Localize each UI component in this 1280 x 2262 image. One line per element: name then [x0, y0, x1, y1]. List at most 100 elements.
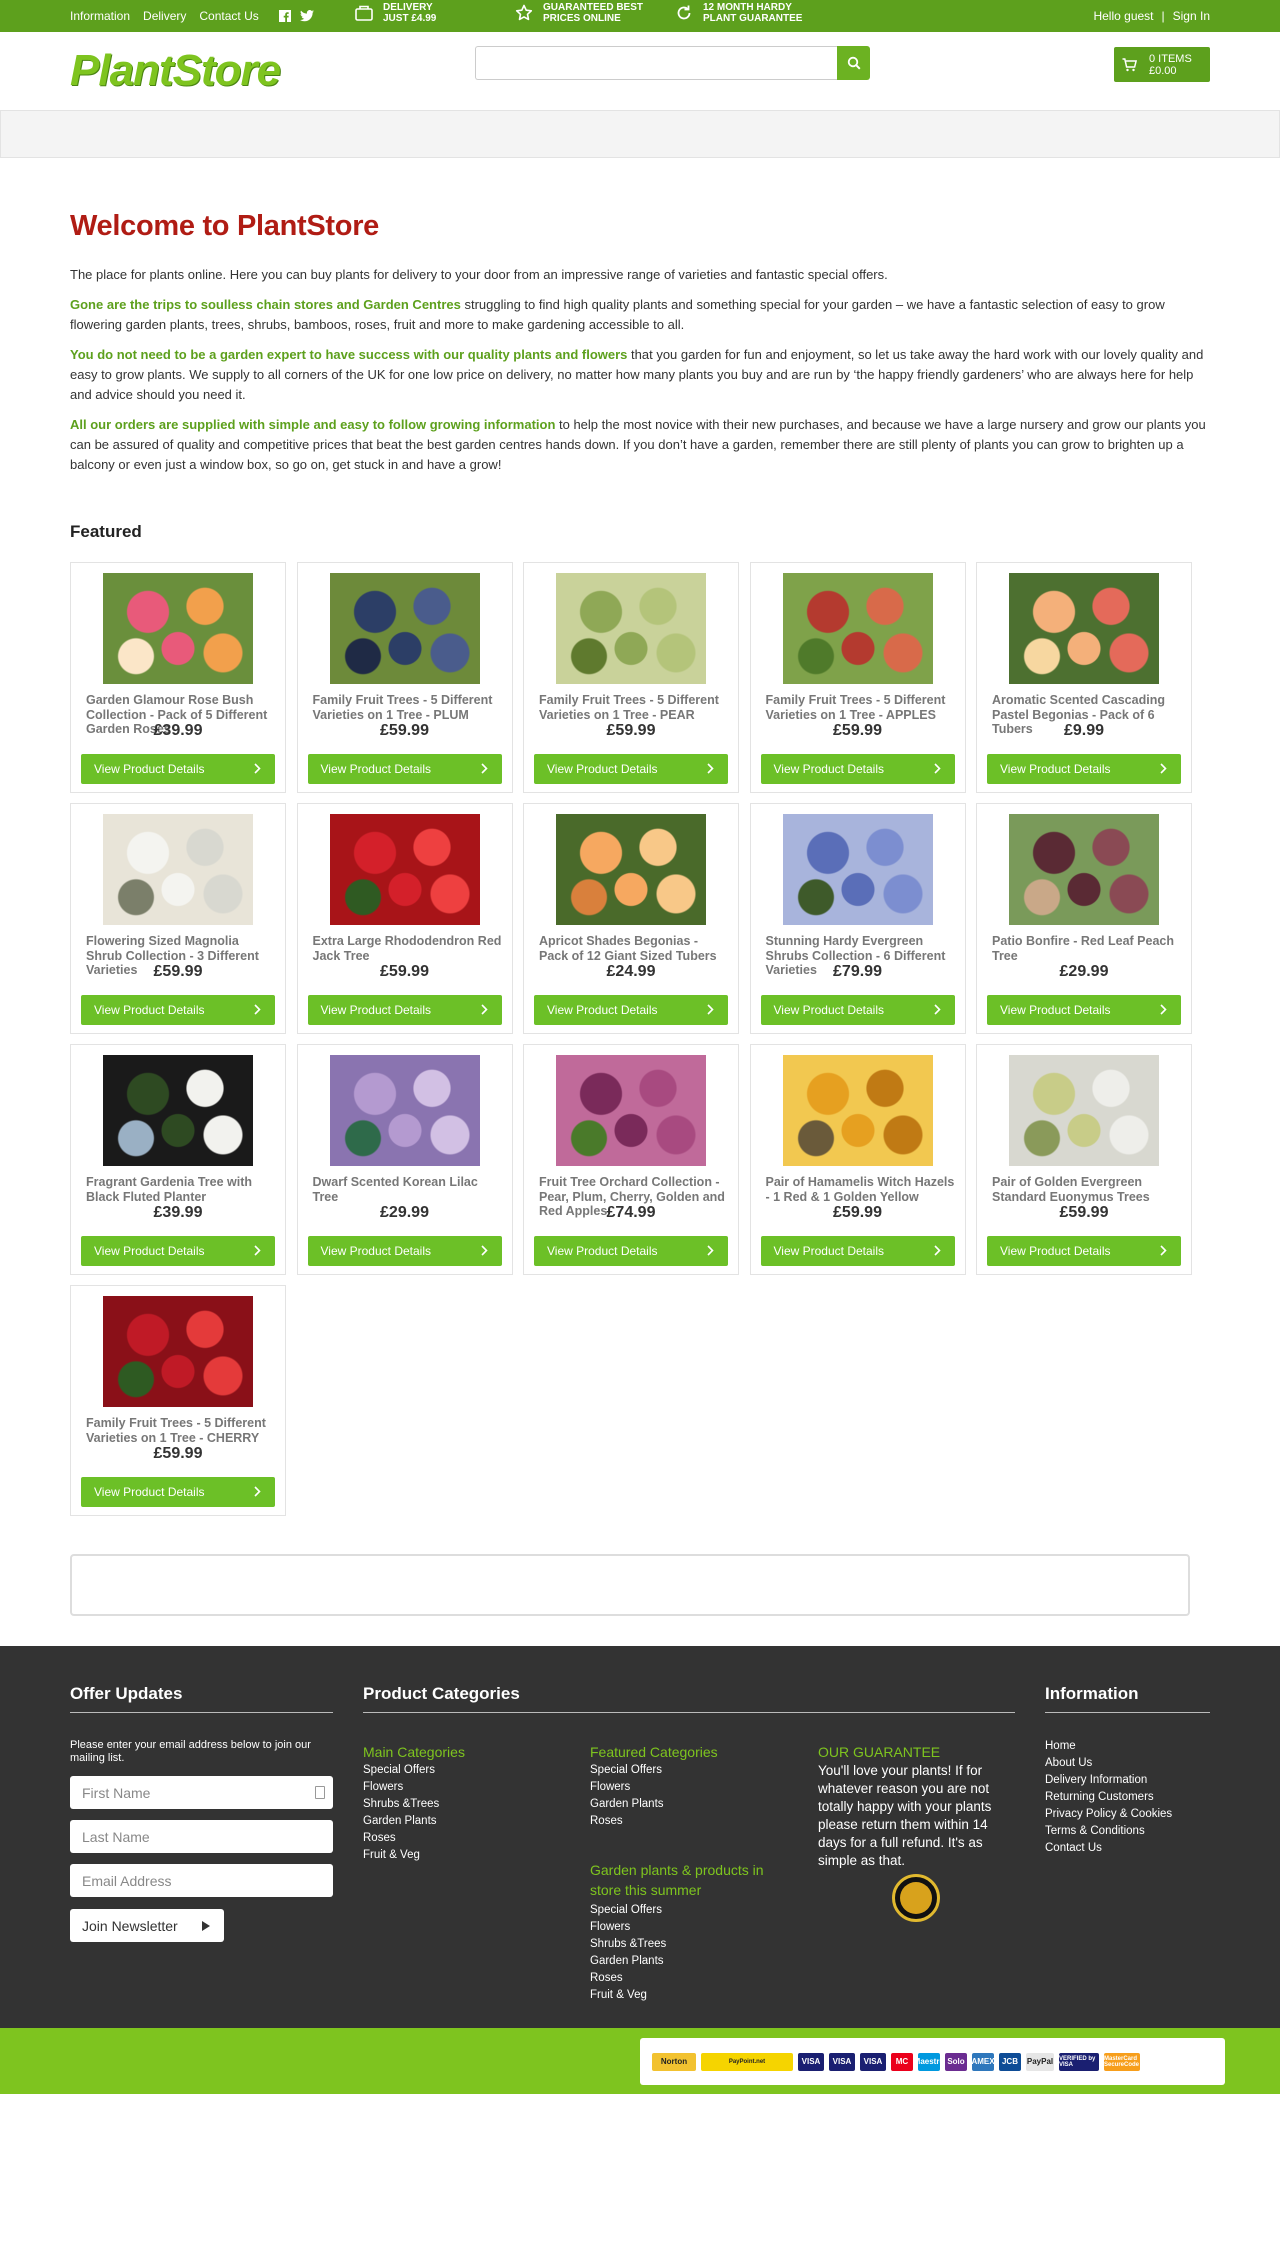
product-image[interactable] — [103, 1296, 253, 1407]
product-image[interactable] — [1009, 573, 1159, 684]
product-image[interactable] — [782, 1055, 933, 1166]
product-name[interactable]: Apricot Shades Begonias - Pack of 12 Gia… — [539, 934, 728, 963]
summer-category-link[interactable]: Shrubs &Trees — [590, 1936, 785, 1953]
view-product-button[interactable]: View Product Details — [307, 995, 502, 1025]
product-image[interactable] — [1009, 1055, 1159, 1166]
main-category-link[interactable]: Roses — [363, 1830, 465, 1847]
view-product-label: View Product Details — [547, 1003, 658, 1017]
information-link[interactable]: Contact Us — [1045, 1840, 1210, 1857]
featured-category-link[interactable]: Flowers — [590, 1779, 718, 1796]
product-card[interactable]: Family Fruit Trees - 5 Different Varieti… — [70, 1285, 286, 1516]
product-card[interactable]: Flowering Sized Magnolia Shrub Collectio… — [70, 803, 286, 1034]
main-category-link[interactable]: Fruit & Veg — [363, 1847, 465, 1864]
product-card[interactable]: Fragrant Gardenia Tree with Black Fluted… — [70, 1044, 286, 1275]
product-card[interactable]: Family Fruit Trees - 5 Different Varieti… — [523, 562, 739, 793]
search-button[interactable] — [837, 46, 870, 80]
product-card[interactable]: Patio Bonfire - Red Leaf Peach Tree £29.9… — [976, 803, 1192, 1034]
view-product-button[interactable]: View Product Details — [760, 754, 955, 784]
featured-category-link[interactable]: Special Offers — [590, 1762, 718, 1779]
featured-category-link[interactable]: Roses — [590, 1813, 718, 1830]
summer-category-link[interactable]: Roses — [590, 1970, 785, 1987]
view-product-button[interactable]: View Product Details — [307, 754, 502, 784]
sign-in-link[interactable]: Sign In — [1173, 9, 1210, 23]
view-product-button[interactable]: View Product Details — [81, 754, 275, 784]
top-link-contact[interactable]: Contact Us — [199, 9, 258, 23]
product-card[interactable]: Pair of Hamamelis Witch Hazels - 1 Red &… — [749, 1044, 966, 1275]
view-product-button[interactable]: View Product Details — [987, 1236, 1181, 1266]
summer-category-link[interactable]: Special Offers — [590, 1902, 785, 1919]
facebook-icon[interactable] — [278, 9, 292, 23]
product-name[interactable]: Dwarf Scented Korean Lilac Tree — [313, 1175, 502, 1204]
view-product-button[interactable]: View Product Details — [760, 995, 955, 1025]
information-link[interactable]: Home — [1045, 1738, 1210, 1755]
main-category-link[interactable]: Flowers — [363, 1779, 465, 1796]
product-image[interactable] — [329, 573, 480, 684]
view-product-button[interactable]: View Product Details — [81, 1236, 275, 1266]
product-card[interactable]: Apricot Shades Begonias - Pack of 12 Gia… — [523, 803, 739, 1034]
view-product-button[interactable]: View Product Details — [534, 754, 728, 784]
product-image[interactable] — [329, 814, 480, 925]
product-name[interactable]: Family Fruit Trees - 5 Different Varieti… — [313, 693, 502, 722]
product-image[interactable] — [782, 573, 933, 684]
product-price: £79.99 — [833, 963, 882, 980]
information-link[interactable]: Returning Customers — [1045, 1789, 1210, 1806]
information-link[interactable]: About Us — [1045, 1755, 1210, 1772]
product-card[interactable]: Family Fruit Trees - 5 Different Varieti… — [296, 562, 513, 793]
view-product-button[interactable]: View Product Details — [987, 995, 1181, 1025]
product-image[interactable] — [103, 814, 253, 925]
top-link-information[interactable]: Information — [70, 9, 130, 23]
product-card[interactable]: Family Fruit Trees - 5 Different Varieti… — [749, 562, 966, 793]
search-input[interactable] — [475, 46, 837, 80]
email-field[interactable]: Email Address — [70, 1864, 333, 1897]
product-name[interactable]: Pair of Golden Evergreen Standard Euonym… — [992, 1175, 1181, 1204]
view-product-button[interactable]: View Product Details — [534, 1236, 728, 1266]
greeting-link[interactable]: Hello guest — [1093, 9, 1153, 23]
view-product-button[interactable]: View Product Details — [81, 1477, 275, 1507]
product-name[interactable]: Extra Large Rhododendron Red Jack Tree — [313, 934, 502, 963]
product-image[interactable] — [329, 1055, 480, 1166]
product-image[interactable] — [556, 1055, 706, 1166]
product-card[interactable]: Extra Large Rhododendron Red Jack Tree £5… — [296, 803, 513, 1034]
view-product-button[interactable]: View Product Details — [987, 754, 1181, 784]
first-name-field[interactable]: First Name — [70, 1776, 333, 1809]
product-card[interactable]: Fruit Tree Orchard Collection - Pear, Pl… — [523, 1044, 739, 1275]
product-image[interactable] — [782, 814, 933, 925]
main-category-link[interactable]: Special Offers — [363, 1762, 465, 1779]
join-newsletter-button[interactable]: Join Newsletter — [70, 1909, 224, 1942]
product-card[interactable]: Pair of Golden Evergreen Standard Euonym… — [976, 1044, 1192, 1275]
view-product-button[interactable]: View Product Details — [534, 995, 728, 1025]
product-name[interactable]: Family Fruit Trees - 5 Different Varieti… — [86, 1416, 275, 1445]
intro-highlight-4: All our orders are supplied with simple … — [70, 417, 556, 432]
product-card[interactable]: Dwarf Scented Korean Lilac Tree £29.99 Vie… — [296, 1044, 513, 1275]
site-logo[interactable]: PlantStore — [70, 46, 281, 96]
view-product-button[interactable]: View Product Details — [81, 995, 275, 1025]
product-name[interactable]: Family Fruit Trees - 5 Different Varieti… — [766, 693, 955, 722]
product-image[interactable] — [556, 814, 706, 925]
summer-category-link[interactable]: Fruit & Veg — [590, 1987, 785, 2004]
featured-category-link[interactable]: Garden Plants — [590, 1796, 718, 1813]
product-card[interactable]: Garden Glamour Rose Bush Collection - Pa… — [70, 562, 286, 793]
last-name-field[interactable]: Last Name — [70, 1820, 333, 1853]
twitter-icon[interactable] — [299, 9, 314, 23]
product-image[interactable] — [556, 573, 706, 684]
information-link[interactable]: Terms & Conditions — [1045, 1823, 1210, 1840]
product-image[interactable] — [103, 1055, 253, 1166]
product-image[interactable] — [1009, 814, 1159, 925]
product-name[interactable]: Patio Bonfire - Red Leaf Peach Tree — [992, 934, 1181, 963]
view-product-button[interactable]: View Product Details — [307, 1236, 502, 1266]
summer-category-link[interactable]: Flowers — [590, 1919, 785, 1936]
product-name[interactable]: Pair of Hamamelis Witch Hazels - 1 Red &… — [766, 1175, 955, 1204]
product-card[interactable]: Aromatic Scented Cascading Pastel Begoni… — [976, 562, 1192, 793]
view-product-button[interactable]: View Product Details — [760, 1236, 955, 1266]
product-image[interactable] — [103, 573, 253, 684]
information-link[interactable]: Delivery Information — [1045, 1772, 1210, 1789]
product-card[interactable]: Stunning Hardy Evergreen Shrubs Collecti… — [749, 803, 966, 1034]
summer-category-link[interactable]: Garden Plants — [590, 1953, 785, 1970]
main-category-link[interactable]: Shrubs &Trees — [363, 1796, 465, 1813]
information-link[interactable]: Privacy Policy & Cookies — [1045, 1806, 1210, 1823]
product-name[interactable]: Family Fruit Trees - 5 Different Varieti… — [539, 693, 728, 722]
product-name[interactable]: Fragrant Gardenia Tree with Black Fluted… — [86, 1175, 275, 1204]
main-category-link[interactable]: Garden Plants — [363, 1813, 465, 1830]
top-link-delivery[interactable]: Delivery — [143, 9, 186, 23]
cart-button[interactable]: 0 ITEMS £0.00 — [1114, 47, 1210, 82]
